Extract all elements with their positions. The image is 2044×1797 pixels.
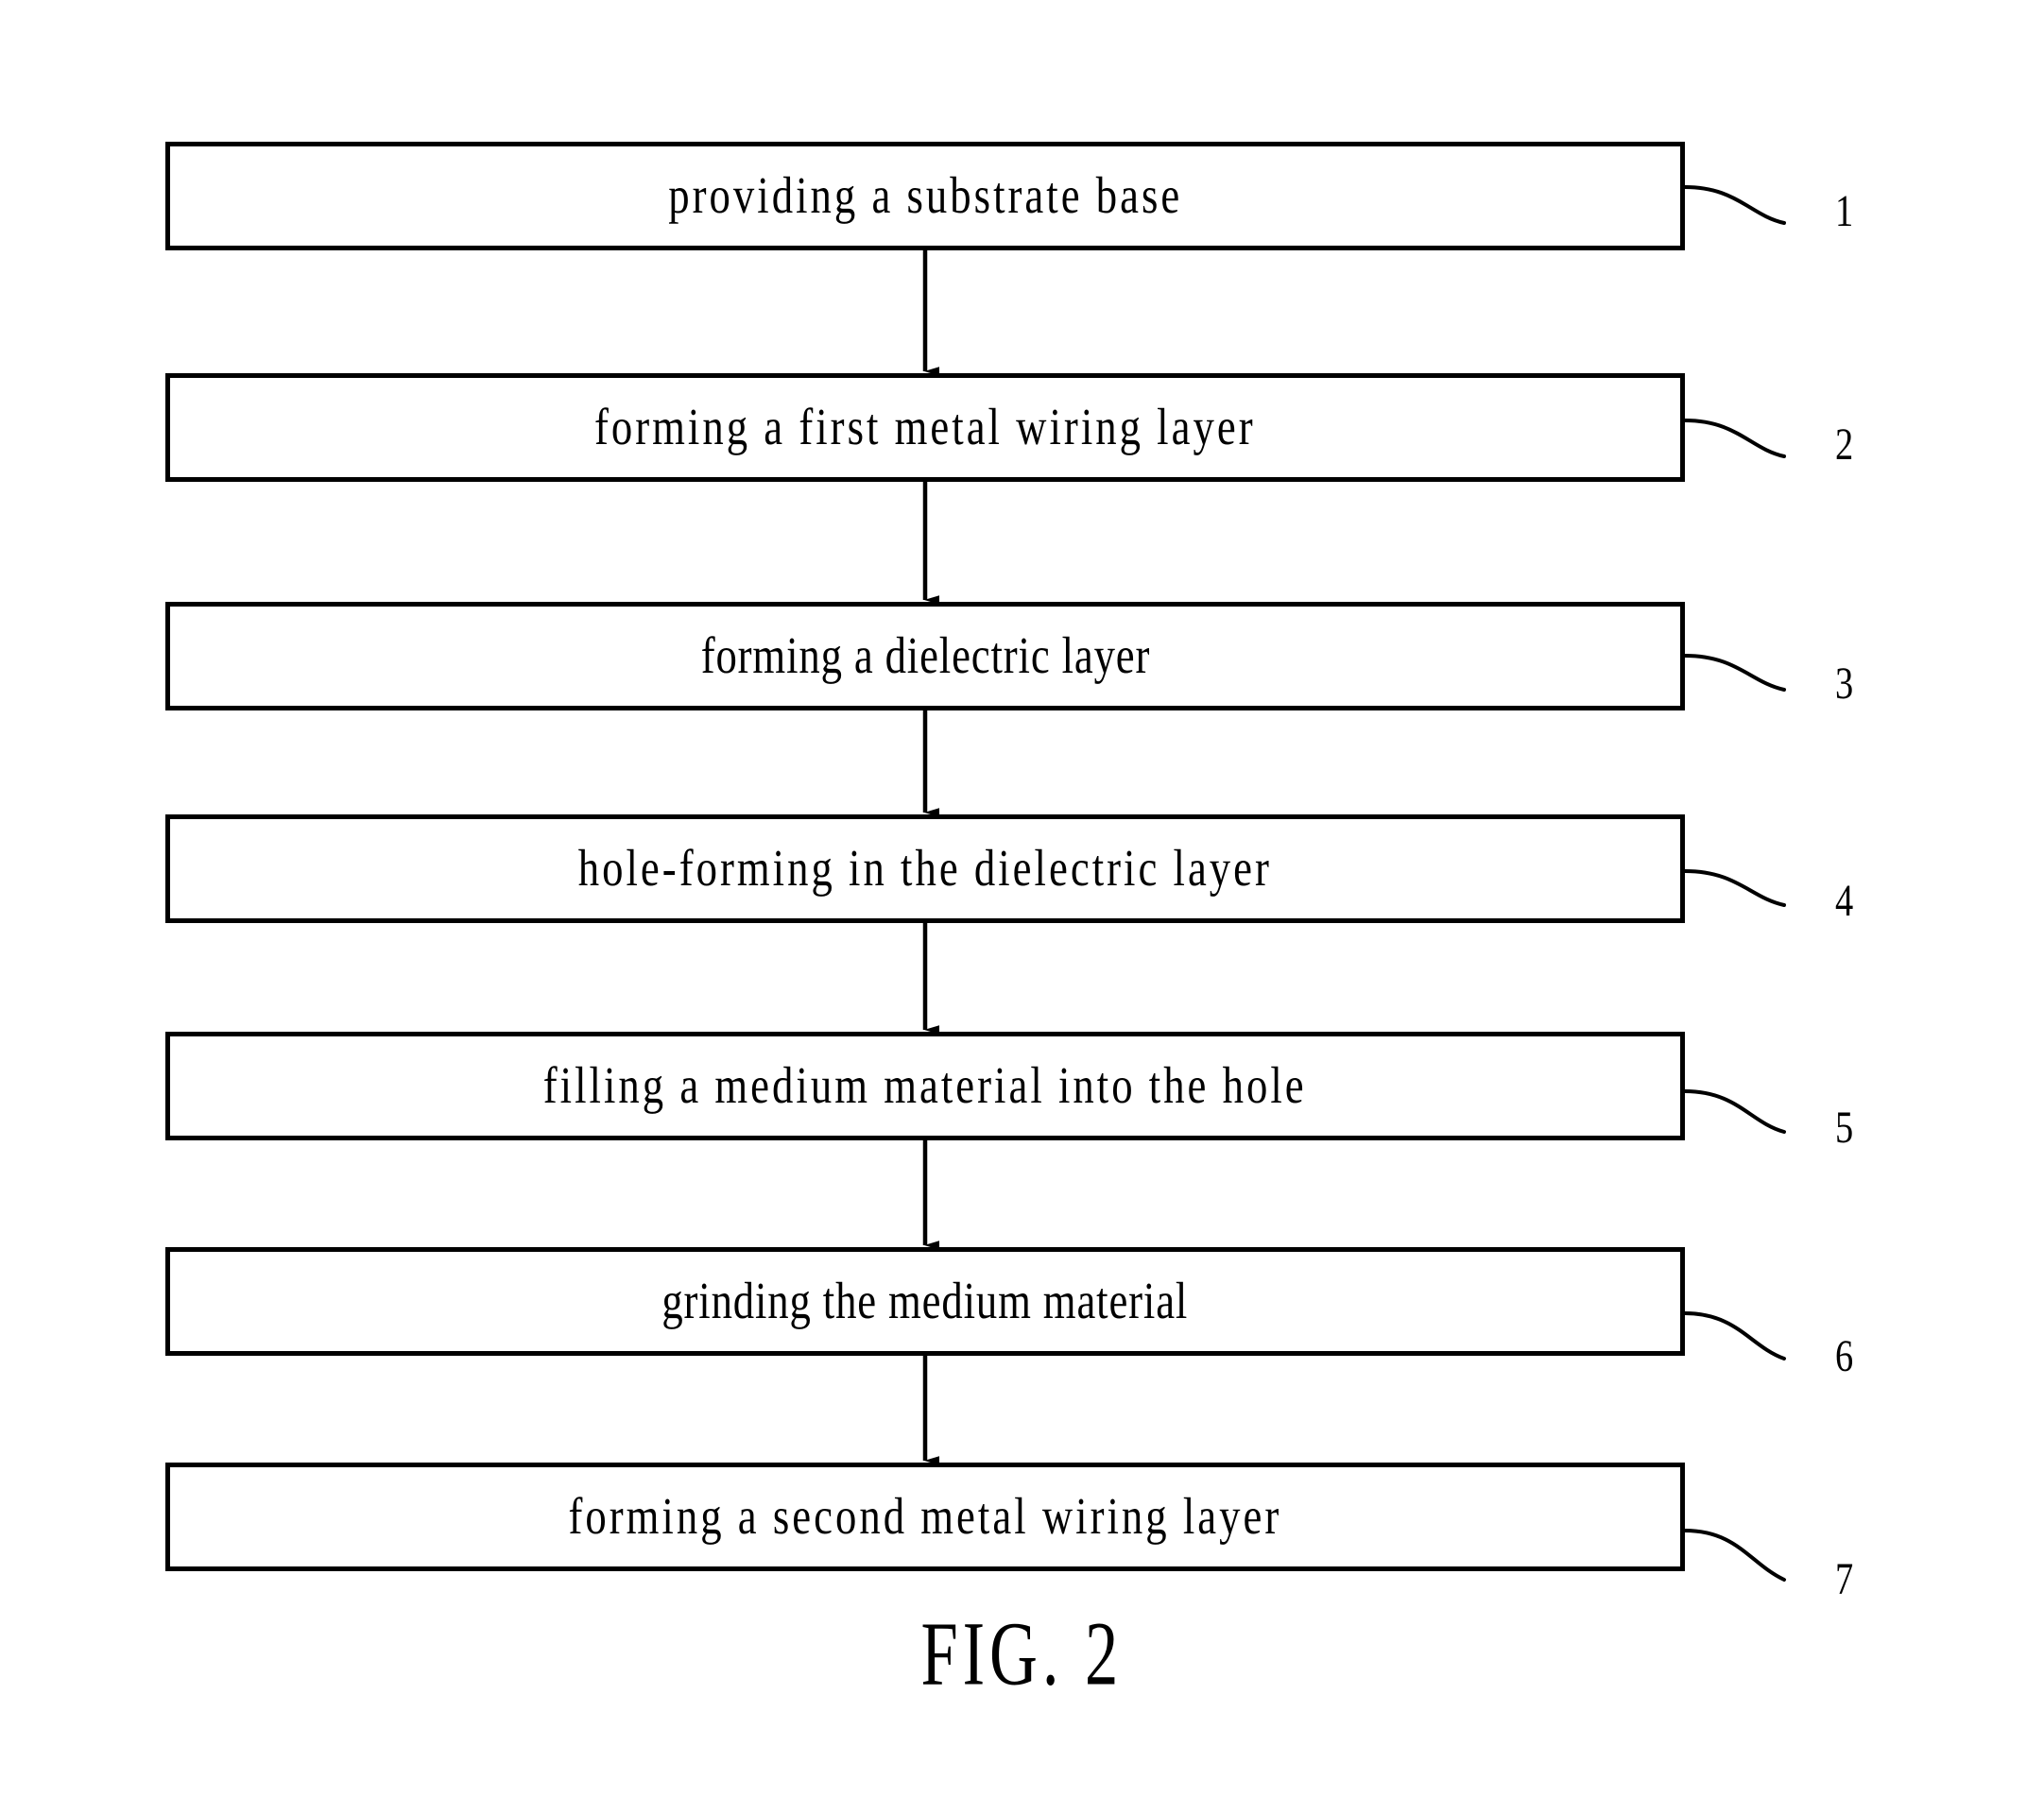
leader-line-1 [1683, 185, 1786, 225]
leader-line-3 [1683, 654, 1786, 692]
leader-line-4 [1683, 869, 1786, 907]
flow-step-box: hole-forming in the dielectric layer [165, 814, 1685, 923]
flow-step-label: providing a substrate base [668, 166, 1182, 225]
leader-line-5 [1683, 1089, 1786, 1134]
flow-step-label: grinding the medium material [661, 1272, 1189, 1330]
leader-line-7 [1683, 1529, 1786, 1582]
reference-numeral: 4 [1835, 876, 1854, 926]
reference-numeral: 3 [1835, 659, 1854, 709]
patent-figure: providing a substrate base forming a fir… [0, 0, 2044, 1797]
flow-step-label: forming a first metal wiring layer [594, 398, 1256, 456]
flow-step-box: providing a substrate base [165, 142, 1685, 250]
flow-step-box: forming a first metal wiring layer [165, 373, 1685, 482]
flow-step-label: forming a dielectric layer [700, 626, 1150, 685]
flow-step-box: filling a medium material into the hole [165, 1032, 1685, 1140]
flow-step-label: hole-forming in the dielectric layer [577, 839, 1273, 898]
reference-numeral: 6 [1835, 1331, 1854, 1381]
figure-caption: FIG. 2 [0, 1602, 2044, 1704]
flow-step-box: forming a dielectric layer [165, 602, 1685, 710]
flow-step-label: filling a medium material into the hole [543, 1056, 1307, 1115]
reference-numeral: 2 [1835, 419, 1854, 470]
leader-line-2 [1683, 419, 1786, 458]
figure-caption-text: FIG. 2 [920, 1602, 1124, 1704]
reference-numeral: 7 [1835, 1554, 1854, 1604]
reference-numeral: 5 [1835, 1103, 1854, 1153]
flow-step-label: forming a second metal wiring layer [568, 1487, 1282, 1546]
flow-step-box: forming a second metal wiring layer [165, 1463, 1685, 1571]
leader-line-6 [1683, 1311, 1786, 1361]
flow-step-box: grinding the medium material [165, 1247, 1685, 1356]
reference-numeral: 1 [1835, 186, 1854, 236]
